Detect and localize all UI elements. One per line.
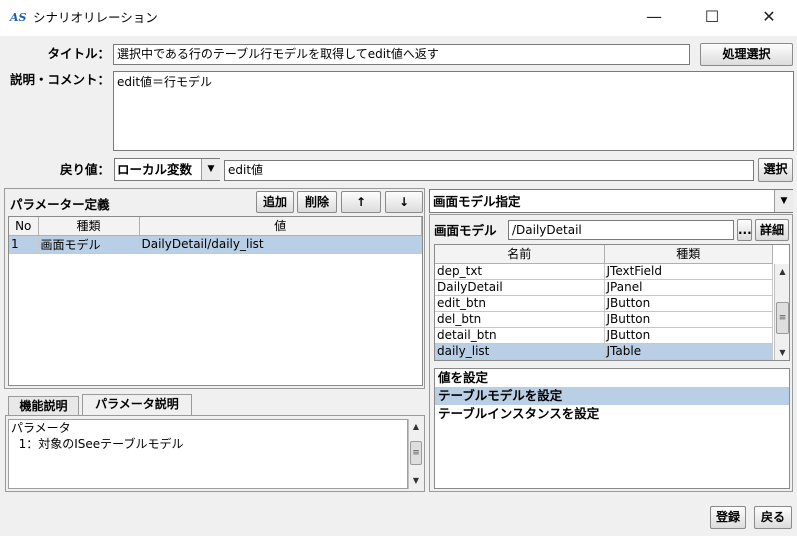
cell-name: DailyDetail bbox=[435, 279, 605, 296]
component-table: 名前 種類 dep_txt JTextField DailyDetail JPa… bbox=[434, 244, 790, 361]
column-header-name[interactable]: 名前 bbox=[435, 245, 605, 264]
table-row[interactable]: daily_list JTable bbox=[435, 343, 773, 360]
column-header-no[interactable]: No bbox=[9, 217, 39, 236]
title-bar: AS シナリオリレーション — ☐ ✕ bbox=[0, 0, 797, 36]
cell-type: JTextField bbox=[604, 263, 773, 280]
table-row[interactable]: dep_txt JTextField bbox=[435, 263, 773, 280]
component-table-scrollbar[interactable]: ▲ ≡ ▼ bbox=[774, 264, 789, 360]
cell-type: JButton bbox=[604, 327, 773, 344]
tab-function-description[interactable]: 機能説明 bbox=[8, 396, 79, 415]
description-line: 1：対象のISeeテーブルモデル bbox=[11, 437, 184, 451]
title-input[interactable]: 選択中である行のテーブル行モデルを取得してedit値へ返す bbox=[113, 44, 690, 65]
cell-name: detail_btn bbox=[435, 327, 605, 344]
detail-button[interactable]: 詳細 bbox=[755, 219, 789, 241]
screen-model-panel: 画面モデル /DailyDetail ... 詳細 名前 種類 dep_txt … bbox=[429, 214, 793, 492]
scroll-down-icon[interactable]: ▼ bbox=[409, 473, 423, 489]
cell-kind: 画面モデル bbox=[38, 235, 140, 254]
screen-model-dropdown-value: 画面モデル指定 bbox=[433, 194, 521, 209]
table-row[interactable]: edit_btn JButton bbox=[435, 295, 773, 312]
table-row[interactable]: del_btn JButton bbox=[435, 311, 773, 328]
maximize-icon[interactable]: ☐ bbox=[683, 0, 741, 36]
table-row[interactable]: 1 画面モデル DailyDetail/daily_list bbox=[9, 235, 422, 254]
scroll-down-icon[interactable]: ▼ bbox=[775, 345, 789, 360]
screen-model-label: 画面モデル bbox=[434, 223, 497, 238]
cell-name: daily_list bbox=[435, 343, 605, 360]
table-row[interactable]: DailyDetail JPanel bbox=[435, 279, 773, 296]
chevron-down-icon[interactable]: ▼ bbox=[774, 190, 793, 212]
description-scrollbar[interactable]: ▲ ≡ ▼ bbox=[408, 419, 423, 489]
scroll-up-icon[interactable]: ▲ bbox=[775, 264, 789, 280]
cell-value: DailyDetail/daily_list bbox=[139, 235, 422, 254]
tab-parameter-description[interactable]: パラメータ説明 bbox=[82, 394, 192, 415]
screen-model-input[interactable]: /DailyDetail bbox=[508, 220, 734, 240]
column-header-type[interactable]: 種類 bbox=[604, 245, 773, 264]
cell-type: JButton bbox=[604, 295, 773, 312]
browse-button[interactable]: ... bbox=[737, 219, 752, 241]
cell-type: JButton bbox=[604, 311, 773, 328]
comment-textarea[interactable]: edit値＝行モデル bbox=[113, 71, 794, 151]
title-label: タイトル： bbox=[47, 46, 110, 61]
scroll-thumb[interactable]: ≡ bbox=[776, 302, 789, 334]
delete-parameter-button[interactable]: 削除 bbox=[297, 191, 337, 213]
parameter-description-text: パラメータ 1：対象のISeeテーブルモデル bbox=[8, 419, 408, 489]
parameter-heading: パラメーター定義 bbox=[10, 197, 110, 212]
screen-model-dropdown[interactable]: 画面モデル指定 ▼ bbox=[429, 189, 793, 213]
add-parameter-button[interactable]: 追加 bbox=[256, 191, 294, 213]
comment-label: 説明・コメント： bbox=[9, 72, 110, 87]
cell-name: dep_txt bbox=[435, 263, 605, 280]
cell-type: JTable bbox=[604, 343, 773, 360]
return-scope-select[interactable]: ローカル変数 ▼ bbox=[114, 158, 220, 181]
back-button[interactable]: 戻る bbox=[754, 506, 792, 529]
action-list: 値を設定 テーブルモデルを設定 テーブルインスタンスを設定 bbox=[434, 368, 790, 489]
chevron-down-icon[interactable]: ▼ bbox=[201, 159, 220, 180]
process-select-button[interactable]: 処理選択 bbox=[700, 43, 793, 66]
return-value-input[interactable]: edit値 bbox=[224, 160, 754, 181]
return-select-button[interactable]: 選択 bbox=[758, 158, 793, 182]
move-down-button[interactable]: ↓ bbox=[385, 191, 423, 213]
list-item[interactable]: 値を設定 bbox=[435, 369, 789, 387]
list-item[interactable]: テーブルインスタンスを設定 bbox=[435, 405, 789, 423]
cell-type: JPanel bbox=[604, 279, 773, 296]
description-line: パラメータ bbox=[11, 421, 71, 435]
table-row[interactable]: detail_btn JButton bbox=[435, 327, 773, 344]
cell-no: 1 bbox=[9, 235, 39, 254]
cell-name: edit_btn bbox=[435, 295, 605, 312]
list-item[interactable]: テーブルモデルを設定 bbox=[435, 387, 789, 405]
tab-content-panel: パラメータ 1：対象のISeeテーブルモデル ▲ ≡ ▼ bbox=[5, 415, 425, 492]
register-button[interactable]: 登録 bbox=[710, 506, 746, 529]
move-up-button[interactable]: ↑ bbox=[341, 191, 381, 213]
return-label: 戻り値： bbox=[59, 162, 110, 177]
close-icon[interactable]: ✕ bbox=[740, 0, 797, 36]
parameter-panel: パラメーター定義 追加 削除 ↑ ↓ No 種類 値 1 画面モデル Daily… bbox=[4, 188, 425, 389]
parameter-table: No 種類 値 1 画面モデル DailyDetail/daily_list bbox=[8, 216, 423, 386]
column-header-value[interactable]: 値 bbox=[139, 217, 422, 236]
scroll-up-icon[interactable]: ▲ bbox=[409, 419, 423, 435]
window-title: シナリオリレーション bbox=[33, 10, 158, 25]
cell-name: del_btn bbox=[435, 311, 605, 328]
column-header-kind[interactable]: 種類 bbox=[38, 217, 140, 236]
return-scope-value: ローカル変数 bbox=[117, 162, 193, 177]
minimize-icon[interactable]: — bbox=[625, 0, 683, 36]
scroll-thumb[interactable]: ≡ bbox=[410, 441, 422, 465]
app-logo: AS bbox=[10, 11, 27, 24]
